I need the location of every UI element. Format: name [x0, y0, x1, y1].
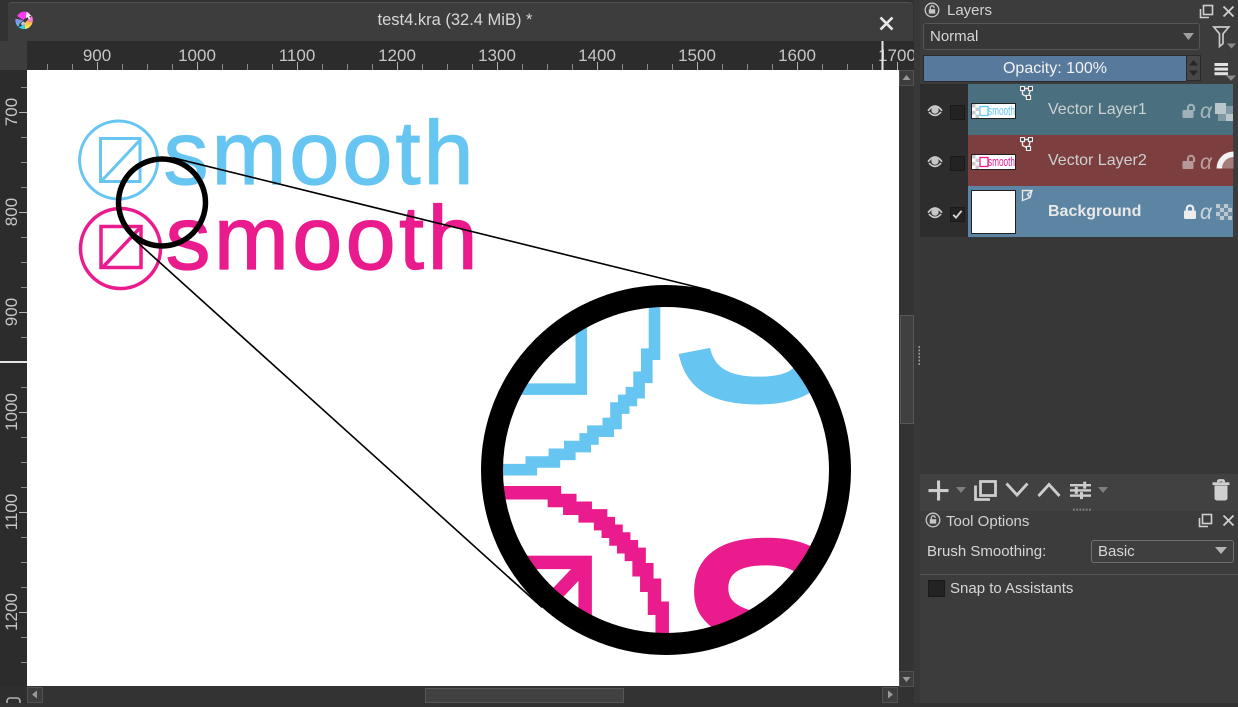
- svg-text:1000: 1000: [2, 393, 21, 431]
- svg-text:1500: 1500: [678, 46, 716, 65]
- svg-text:smooth: smooth: [988, 155, 1015, 169]
- svg-text:900: 900: [2, 298, 21, 326]
- svg-text:1200: 1200: [378, 46, 416, 65]
- svg-text:900: 900: [83, 46, 111, 65]
- svg-text:1000: 1000: [178, 46, 216, 65]
- svg-text:1400: 1400: [578, 46, 616, 65]
- svg-text:1100: 1100: [279, 46, 316, 65]
- svg-text:1300: 1300: [478, 46, 516, 65]
- svg-text:smooth: smooth: [988, 104, 1015, 118]
- svg-text:1200: 1200: [2, 593, 21, 631]
- svg-text:1100: 1100: [2, 494, 21, 531]
- svg-text:1600: 1600: [778, 46, 816, 65]
- svg-text:800: 800: [2, 198, 21, 226]
- svg-text:700: 700: [2, 98, 21, 126]
